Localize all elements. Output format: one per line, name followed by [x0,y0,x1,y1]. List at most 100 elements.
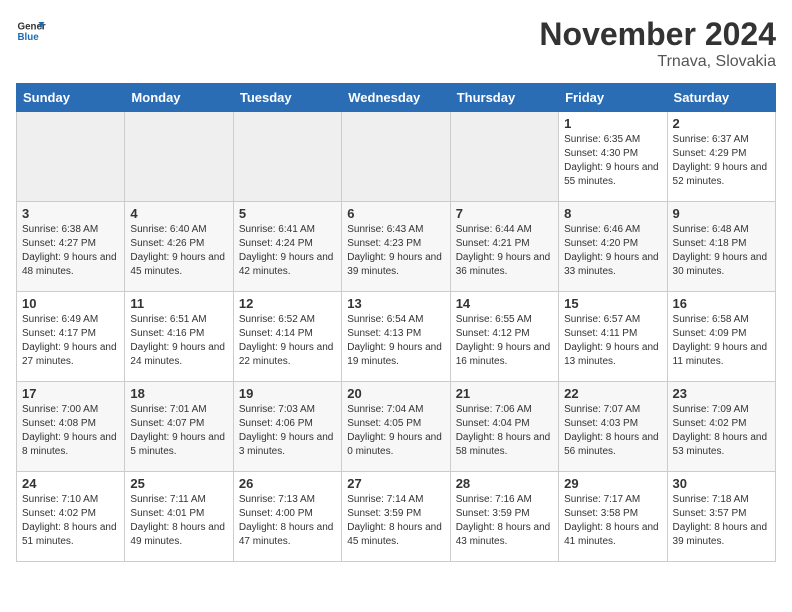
calendar-cell: 21 Sunrise: 7:06 AMSunset: 4:04 PMDaylig… [450,382,558,472]
calendar-cell: 10 Sunrise: 6:49 AMSunset: 4:17 PMDaylig… [17,292,125,382]
day-info: Sunrise: 6:57 AMSunset: 4:11 PMDaylight:… [564,313,661,369]
day-number: 12 [239,296,336,311]
calendar-cell [17,112,125,202]
calendar-cell: 2 Sunrise: 6:37 AMSunset: 4:29 PMDayligh… [667,112,775,202]
weekday-header-monday: Monday [125,84,233,112]
day-number: 14 [456,296,553,311]
calendar-cell: 14 Sunrise: 6:55 AMSunset: 4:12 PMDaylig… [450,292,558,382]
calendar-cell: 18 Sunrise: 7:01 AMSunset: 4:07 PMDaylig… [125,382,233,472]
day-number: 6 [347,206,444,221]
day-info: Sunrise: 7:04 AMSunset: 4:05 PMDaylight:… [347,403,444,459]
logo-icon: General Blue [16,16,46,46]
day-number: 7 [456,206,553,221]
day-number: 5 [239,206,336,221]
calendar-cell: 9 Sunrise: 6:48 AMSunset: 4:18 PMDayligh… [667,202,775,292]
calendar-cell [450,112,558,202]
day-info: Sunrise: 6:37 AMSunset: 4:29 PMDaylight:… [673,133,770,189]
day-info: Sunrise: 7:18 AMSunset: 3:57 PMDaylight:… [673,493,770,549]
day-number: 1 [564,116,661,131]
calendar-cell: 17 Sunrise: 7:00 AMSunset: 4:08 PMDaylig… [17,382,125,472]
calendar-cell: 6 Sunrise: 6:43 AMSunset: 4:23 PMDayligh… [342,202,450,292]
day-info: Sunrise: 7:06 AMSunset: 4:04 PMDaylight:… [456,403,553,459]
weekday-header-sunday: Sunday [17,84,125,112]
calendar-cell: 13 Sunrise: 6:54 AMSunset: 4:13 PMDaylig… [342,292,450,382]
day-info: Sunrise: 6:41 AMSunset: 4:24 PMDaylight:… [239,223,336,279]
calendar-cell: 12 Sunrise: 6:52 AMSunset: 4:14 PMDaylig… [233,292,341,382]
day-info: Sunrise: 6:51 AMSunset: 4:16 PMDaylight:… [130,313,227,369]
day-info: Sunrise: 6:46 AMSunset: 4:20 PMDaylight:… [564,223,661,279]
weekday-header-saturday: Saturday [667,84,775,112]
day-number: 16 [673,296,770,311]
day-number: 8 [564,206,661,221]
day-number: 27 [347,476,444,491]
day-info: Sunrise: 7:03 AMSunset: 4:06 PMDaylight:… [239,403,336,459]
day-info: Sunrise: 6:58 AMSunset: 4:09 PMDaylight:… [673,313,770,369]
day-number: 17 [22,386,119,401]
day-number: 20 [347,386,444,401]
day-info: Sunrise: 7:17 AMSunset: 3:58 PMDaylight:… [564,493,661,549]
day-info: Sunrise: 6:49 AMSunset: 4:17 PMDaylight:… [22,313,119,369]
day-number: 24 [22,476,119,491]
day-info: Sunrise: 6:43 AMSunset: 4:23 PMDaylight:… [347,223,444,279]
calendar-cell: 15 Sunrise: 6:57 AMSunset: 4:11 PMDaylig… [559,292,667,382]
day-number: 25 [130,476,227,491]
calendar-cell: 22 Sunrise: 7:07 AMSunset: 4:03 PMDaylig… [559,382,667,472]
day-number: 23 [673,386,770,401]
calendar-table: SundayMondayTuesdayWednesdayThursdayFrid… [16,83,776,562]
day-number: 21 [456,386,553,401]
day-info: Sunrise: 7:00 AMSunset: 4:08 PMDaylight:… [22,403,119,459]
calendar-cell: 5 Sunrise: 6:41 AMSunset: 4:24 PMDayligh… [233,202,341,292]
calendar-cell: 19 Sunrise: 7:03 AMSunset: 4:06 PMDaylig… [233,382,341,472]
day-info: Sunrise: 6:38 AMSunset: 4:27 PMDaylight:… [22,223,119,279]
logo: General Blue [16,16,46,46]
calendar-cell: 20 Sunrise: 7:04 AMSunset: 4:05 PMDaylig… [342,382,450,472]
day-info: Sunrise: 7:09 AMSunset: 4:02 PMDaylight:… [673,403,770,459]
day-info: Sunrise: 7:14 AMSunset: 3:59 PMDaylight:… [347,493,444,549]
weekday-header-thursday: Thursday [450,84,558,112]
day-info: Sunrise: 7:13 AMSunset: 4:00 PMDaylight:… [239,493,336,549]
day-number: 4 [130,206,227,221]
calendar-cell: 27 Sunrise: 7:14 AMSunset: 3:59 PMDaylig… [342,472,450,562]
calendar-cell: 23 Sunrise: 7:09 AMSunset: 4:02 PMDaylig… [667,382,775,472]
month-title: November 2024 [539,16,776,53]
day-number: 28 [456,476,553,491]
calendar-cell: 26 Sunrise: 7:13 AMSunset: 4:00 PMDaylig… [233,472,341,562]
day-number: 15 [564,296,661,311]
day-info: Sunrise: 7:01 AMSunset: 4:07 PMDaylight:… [130,403,227,459]
day-number: 19 [239,386,336,401]
week-row-5: 24 Sunrise: 7:10 AMSunset: 4:02 PMDaylig… [17,472,776,562]
day-info: Sunrise: 6:44 AMSunset: 4:21 PMDaylight:… [456,223,553,279]
day-info: Sunrise: 6:55 AMSunset: 4:12 PMDaylight:… [456,313,553,369]
calendar-cell: 8 Sunrise: 6:46 AMSunset: 4:20 PMDayligh… [559,202,667,292]
day-info: Sunrise: 6:48 AMSunset: 4:18 PMDaylight:… [673,223,770,279]
day-number: 10 [22,296,119,311]
day-info: Sunrise: 6:52 AMSunset: 4:14 PMDaylight:… [239,313,336,369]
calendar-cell [125,112,233,202]
week-row-3: 10 Sunrise: 6:49 AMSunset: 4:17 PMDaylig… [17,292,776,382]
week-row-1: 1 Sunrise: 6:35 AMSunset: 4:30 PMDayligh… [17,112,776,202]
weekday-header-wednesday: Wednesday [342,84,450,112]
day-info: Sunrise: 7:07 AMSunset: 4:03 PMDaylight:… [564,403,661,459]
day-number: 30 [673,476,770,491]
day-info: Sunrise: 6:35 AMSunset: 4:30 PMDaylight:… [564,133,661,189]
svg-text:Blue: Blue [18,32,40,43]
day-info: Sunrise: 6:54 AMSunset: 4:13 PMDaylight:… [347,313,444,369]
day-info: Sunrise: 7:11 AMSunset: 4:01 PMDaylight:… [130,493,227,549]
day-number: 29 [564,476,661,491]
calendar-cell [233,112,341,202]
calendar-cell: 1 Sunrise: 6:35 AMSunset: 4:30 PMDayligh… [559,112,667,202]
calendar-cell: 4 Sunrise: 6:40 AMSunset: 4:26 PMDayligh… [125,202,233,292]
day-number: 26 [239,476,336,491]
calendar-cell: 28 Sunrise: 7:16 AMSunset: 3:59 PMDaylig… [450,472,558,562]
day-info: Sunrise: 7:10 AMSunset: 4:02 PMDaylight:… [22,493,119,549]
page-header: General Blue November 2024 Trnava, Slova… [16,16,776,71]
week-row-4: 17 Sunrise: 7:00 AMSunset: 4:08 PMDaylig… [17,382,776,472]
day-info: Sunrise: 6:40 AMSunset: 4:26 PMDaylight:… [130,223,227,279]
calendar-cell: 25 Sunrise: 7:11 AMSunset: 4:01 PMDaylig… [125,472,233,562]
calendar-cell: 3 Sunrise: 6:38 AMSunset: 4:27 PMDayligh… [17,202,125,292]
calendar-cell: 30 Sunrise: 7:18 AMSunset: 3:57 PMDaylig… [667,472,775,562]
title-block: November 2024 Trnava, Slovakia [539,16,776,71]
calendar-cell: 16 Sunrise: 6:58 AMSunset: 4:09 PMDaylig… [667,292,775,382]
day-number: 22 [564,386,661,401]
weekday-header-tuesday: Tuesday [233,84,341,112]
